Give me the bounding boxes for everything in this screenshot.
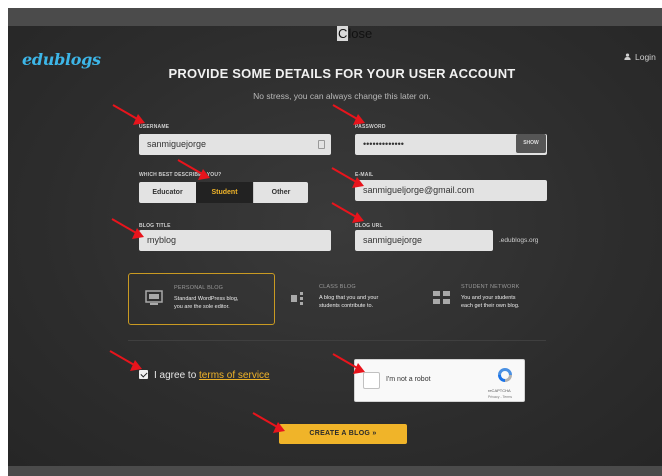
login-link[interactable]: Login: [624, 52, 656, 62]
close-label-first: C: [337, 26, 349, 41]
annotation-arrow-icon: [111, 218, 144, 239]
annotation-arrow-icon: [112, 104, 145, 125]
blog-url-value: sanmiguejorge: [363, 235, 423, 245]
plan-personal-blog[interactable]: PERSONAL BLOG Standard WordPress blog, y…: [128, 273, 275, 325]
annotation-arrow-icon: [332, 104, 365, 125]
contact-card-icon: [318, 140, 325, 149]
terms-prefix: I agree to: [154, 370, 200, 381]
personal-blog-icon: [145, 290, 163, 305]
close-button[interactable]: Close: [337, 26, 373, 41]
page-title: PROVIDE SOME DETAILS FOR YOUR USER ACCOU…: [168, 66, 516, 81]
email-field[interactable]: sanmigueljorge@gmail.com: [355, 180, 547, 201]
class-blog-icon: [291, 292, 303, 305]
annotation-arrow-icon: [331, 202, 364, 223]
recaptcha-logo-icon: [498, 368, 512, 382]
plan-desc-line1: Standard WordPress blog,: [174, 296, 239, 302]
annotation-arrow-icon: [331, 167, 364, 188]
recaptcha-privacy-links[interactable]: Privacy - Terms: [488, 395, 512, 399]
plan-desc-line1: You and your students: [461, 295, 516, 301]
annotation-arrow-icon: [252, 412, 285, 433]
blog-url-field[interactable]: sanmiguejorge: [355, 230, 493, 251]
plan-class-blog[interactable]: CLASS BLOG A blog that you and your stud…: [282, 273, 422, 325]
recaptcha-brand: reCAPTCHA: [488, 388, 511, 393]
blog-title-field[interactable]: myblog: [139, 230, 331, 251]
section-divider: [128, 340, 546, 341]
plan-title: PERSONAL BLOG: [174, 285, 224, 291]
plan-desc-line2: you are the sole editor.: [174, 304, 230, 310]
page-subtitle: No stress, you can always change this la…: [253, 91, 431, 101]
login-label: Login: [635, 52, 656, 62]
blog-url-suffix: .edublogs.org: [499, 237, 539, 244]
plan-desc-line2: students contribute to.: [319, 303, 374, 309]
password-value: •••••••••••••: [363, 139, 404, 149]
username-field[interactable]: sanmiguejorge: [139, 134, 331, 155]
close-label-rest: lose: [348, 26, 373, 41]
plan-desc-line1: A blog that you and your: [319, 295, 379, 301]
plan-title: STUDENT NETWORK: [461, 284, 520, 290]
blog-title-value: myblog: [147, 235, 177, 245]
username-value: sanmiguejorge: [147, 139, 207, 149]
role-option-educator[interactable]: Educator: [139, 182, 196, 203]
annotation-arrow-icon: [109, 350, 142, 371]
recaptcha-widget: I'm not a robot reCAPTCHA Privacy - Term…: [354, 359, 525, 402]
annotation-arrow-icon: [177, 159, 210, 180]
plan-desc-line2: each get their own blog.: [461, 303, 520, 309]
role-option-other[interactable]: Other: [253, 182, 308, 203]
role-option-student[interactable]: Student: [196, 182, 253, 203]
terms-of-service-link[interactable]: terms of service: [199, 370, 270, 381]
terms-label: I agree to terms of service: [154, 370, 270, 381]
annotation-arrow-icon: [332, 353, 365, 374]
show-password-button[interactable]: SHOW: [516, 134, 546, 153]
create-blog-button[interactable]: CREATE A BLOG »: [279, 424, 407, 444]
modal-bottom-bar: [8, 466, 662, 476]
recaptcha-label: I'm not a robot: [386, 376, 431, 383]
email-value: sanmigueljorge@gmail.com: [363, 185, 475, 195]
user-icon: [624, 53, 631, 60]
plan-title: CLASS BLOG: [319, 284, 356, 290]
student-network-icon: [433, 291, 450, 304]
plan-student-network[interactable]: STUDENT NETWORK You and your students ea…: [428, 273, 550, 325]
